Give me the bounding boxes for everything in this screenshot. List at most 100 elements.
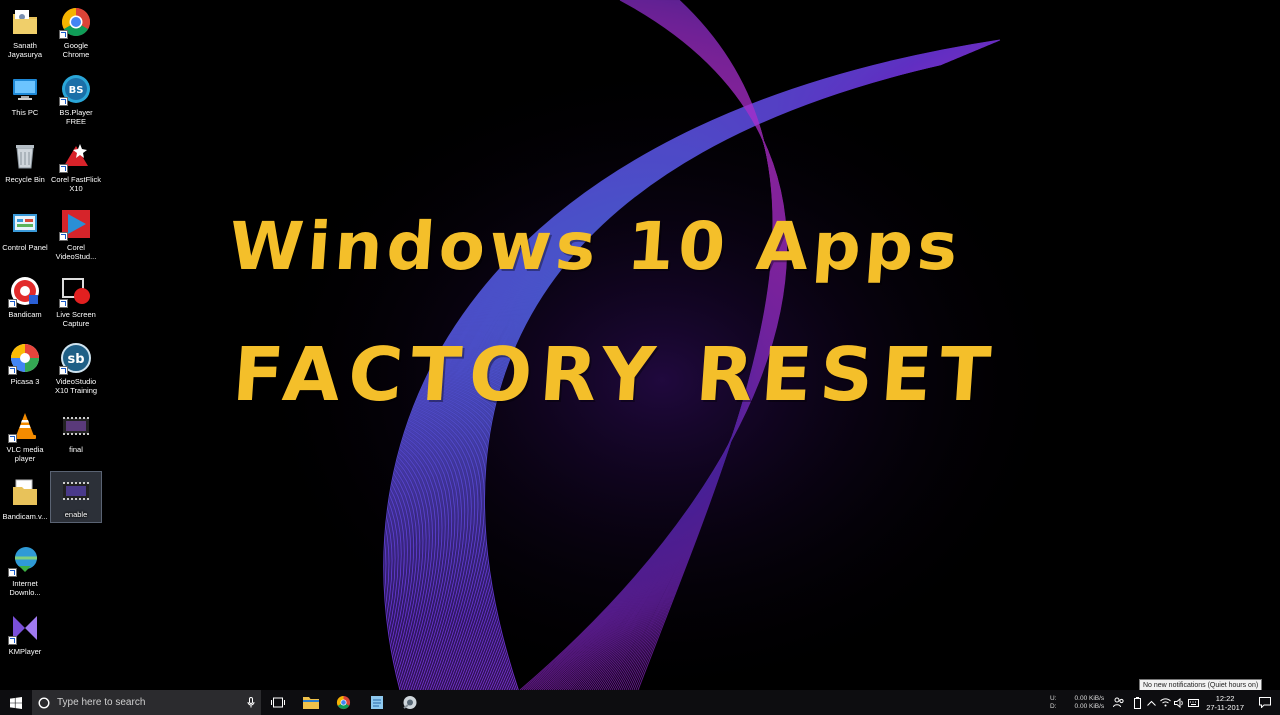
desktop-icon-label: Control Panel — [2, 243, 48, 252]
taskbar-clock[interactable]: 12:22 27-11-2017 — [1200, 694, 1250, 712]
tray-chevron[interactable] — [1144, 690, 1158, 715]
desktop-icon-label: VLC media player — [6, 445, 44, 463]
desktop-icon-videostudio-training[interactable]: sb VideoStudio X10 Training — [53, 339, 99, 395]
shortcut-arrow-icon — [59, 30, 68, 39]
desktop-icon-recycle-bin[interactable]: Recycle Bin — [2, 137, 48, 184]
people-button[interactable] — [1108, 690, 1130, 715]
upload-label: U: — [1050, 694, 1057, 702]
search-placeholder: Type here to search — [57, 697, 146, 708]
desktop-icon-label: VideoStudio X10 Training — [54, 377, 98, 395]
desktop-icon-final[interactable]: final — [53, 407, 99, 454]
desktop-icon-corel-fastflick[interactable]: Corel FastFlick X10 — [51, 137, 102, 193]
desktop-icon-picasa[interactable]: Picasa 3 — [2, 339, 48, 386]
keyboard-icon — [1187, 698, 1199, 707]
desktop-icon-enable[interactable]: enable — [50, 471, 102, 523]
wifi-icon — [1159, 698, 1171, 707]
action-center-button[interactable] — [1250, 690, 1280, 715]
shortcut-arrow-icon — [8, 568, 17, 577]
tray-volume[interactable] — [1172, 690, 1186, 715]
desktop-icon-sanath-jayasurya[interactable]: Sanath Jayasurya — [2, 3, 48, 59]
chrome-icon — [336, 695, 351, 710]
shortcut-arrow-icon — [59, 299, 68, 308]
download-speed: 0.00 KiB/s — [1074, 702, 1105, 710]
desktop-icon-label: Bandicam — [8, 310, 42, 319]
taskbar-app-notepad[interactable] — [360, 690, 393, 715]
search-box[interactable]: Type here to search — [32, 690, 261, 715]
tray-battery[interactable] — [1130, 690, 1144, 715]
folder-icon — [9, 477, 41, 509]
desktop-icon-bs-player[interactable]: BS BS.Player FREE — [53, 70, 99, 126]
bsplayer-icon: BS — [59, 73, 92, 106]
screen-capture-icon — [59, 275, 92, 308]
clock-time: 12:22 — [1215, 693, 1235, 703]
desktop-icon-control-panel[interactable]: Control Panel — [2, 205, 48, 252]
microphone-icon[interactable] — [247, 697, 255, 708]
desktop-icon-label: Internet Downlo... — [9, 579, 41, 597]
tray-network[interactable] — [1158, 690, 1172, 715]
desktop-icon-google-chrome[interactable]: Google Chrome — [53, 3, 99, 59]
desktop-icon-internet-download-manager[interactable]: Internet Downlo... — [2, 541, 48, 597]
clock-date: 27-11-2017 — [1206, 702, 1244, 712]
desktop-icon-this-pc[interactable]: This PC — [2, 70, 48, 117]
control-panel-icon — [9, 208, 41, 240]
file-explorer-icon — [302, 697, 319, 709]
shortcut-arrow-icon — [59, 232, 68, 241]
corel-fastflick-icon — [59, 140, 92, 173]
shortcut-arrow-icon — [8, 366, 17, 375]
desktop-icon-label: Corel FastFlick X10 — [51, 175, 102, 193]
desktop-icon-corel-videostudio[interactable]: Corel VideoStud... — [53, 205, 99, 261]
tray-language[interactable] — [1186, 690, 1200, 715]
chevron-up-icon — [1146, 700, 1156, 706]
people-icon — [1113, 697, 1124, 708]
taskbar-app-media-player[interactable] — [393, 690, 426, 715]
taskbar-app-chrome[interactable] — [327, 690, 360, 715]
bandicam-icon — [8, 275, 41, 308]
notification-icon — [1259, 697, 1271, 708]
desktop-icon-label: Bandicam.v... — [2, 512, 48, 521]
shortcut-arrow-icon — [59, 164, 68, 173]
shortcut-arrow-icon — [8, 434, 17, 443]
network-meter[interactable]: 0.00 KiB/s 0.00 KiB/s — [1059, 695, 1109, 711]
idm-icon — [8, 544, 41, 577]
kmplayer-icon — [8, 612, 41, 645]
picasa-icon — [8, 342, 41, 375]
start-button[interactable] — [0, 690, 32, 715]
taskbar-app-file-explorer[interactable] — [294, 690, 327, 715]
battery-icon — [1133, 696, 1141, 709]
shortcut-arrow-icon — [59, 97, 68, 106]
desktop-icon-vlc[interactable]: VLC media player — [2, 407, 48, 463]
network-meter-labels: U: D: — [1046, 695, 1059, 711]
chrome-icon — [59, 6, 92, 39]
overlay-title-line2: FACTORY RESET — [229, 332, 1002, 418]
videostudio-training-icon: sb — [59, 342, 92, 375]
vlc-icon — [8, 410, 41, 443]
search-circle-icon — [38, 696, 50, 709]
desktop-icon-label: BS.Player FREE — [59, 108, 93, 126]
computer-icon — [9, 73, 41, 105]
desktop-icon-live-screen-capture[interactable]: Live Screen Capture — [53, 272, 99, 328]
user-folder-icon — [9, 6, 41, 38]
upload-speed: 0.00 KiB/s — [1074, 694, 1105, 702]
shortcut-arrow-icon — [8, 299, 17, 308]
desktop-icon-bandicam-folder[interactable]: Bandicam.v... — [2, 474, 48, 521]
desktop-icon-label: This PC — [11, 108, 39, 117]
desktop-icon-label: Google Chrome — [62, 41, 90, 59]
notepad-icon — [370, 696, 383, 709]
task-view-button[interactable] — [261, 690, 294, 715]
corel-videostudio-icon — [59, 208, 92, 241]
desktop-icon-kmplayer[interactable]: KMPlayer — [2, 609, 48, 656]
shortcut-arrow-icon — [8, 636, 17, 645]
desktop-icon-label: Sanath Jayasurya — [7, 41, 43, 59]
desktop-icon-label: Corel VideoStud... — [55, 243, 97, 261]
desktop-icon-bandicam[interactable]: Bandicam — [2, 272, 48, 319]
desktop-icon-label: Picasa 3 — [10, 377, 40, 386]
task-view-icon — [270, 697, 285, 708]
video-file-icon — [60, 475, 92, 507]
desktop-icon-label: KMPlayer — [8, 647, 42, 656]
speaker-icon — [1173, 697, 1183, 708]
video-file-icon — [60, 410, 92, 442]
desktop-icon-label: enable — [64, 510, 88, 519]
media-player-icon — [402, 696, 416, 709]
download-label: D: — [1050, 702, 1057, 710]
windows-logo-icon — [10, 696, 22, 709]
